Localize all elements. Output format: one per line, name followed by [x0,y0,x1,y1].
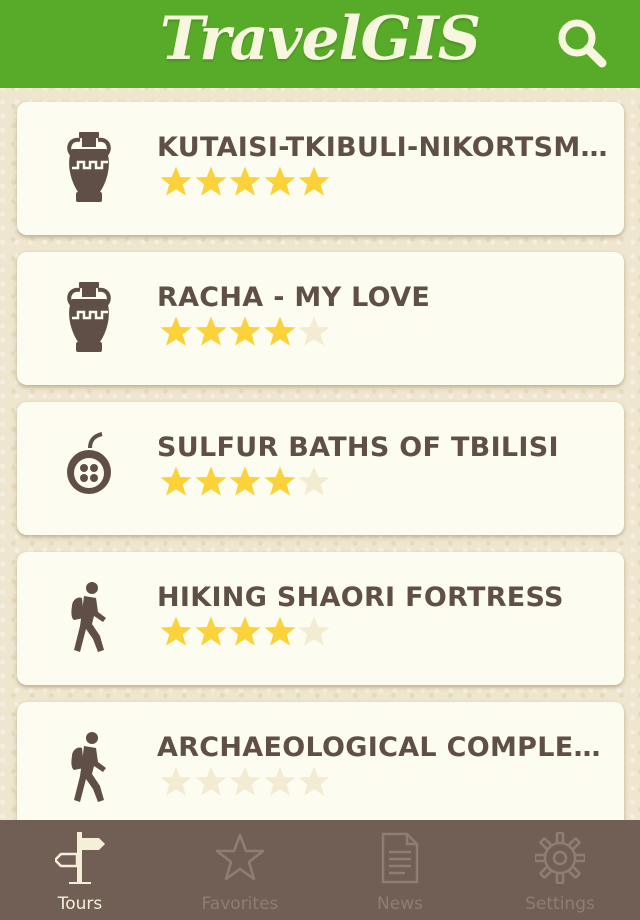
app-logo: TravelGIS [159,4,481,74]
tour-card[interactable]: ARCHAEOLOGICAL COMPLEX... [17,702,624,820]
rating-stars [159,465,334,501]
rating-stars [159,315,334,351]
tour-title: HIKING SHAORI FORTRESS [157,582,564,613]
star-filled-icon [263,315,297,349]
tab-bar: Tours Favorites News Settings [0,820,640,920]
search-icon [558,19,607,68]
tab-icon [215,832,265,884]
star-filled-icon [159,315,193,349]
tour-icon [62,582,116,654]
amphora-icon [67,282,111,352]
tour-list[interactable]: KUTAISI-TKIBULI-NIKORTSMI... RACHA - MY … [0,88,640,820]
tour-icon [62,432,116,504]
tab-icon [53,832,105,884]
star-empty-icon [159,765,193,799]
star-empty-icon [297,765,331,799]
rating-stars [159,765,334,801]
tab-label: Settings [525,894,595,914]
tab-label: Tours [57,894,103,914]
tab-label: News [377,894,423,914]
tab-icon [533,831,587,885]
tour-title: ARCHAEOLOGICAL COMPLEX... [157,732,612,763]
pomegranate-icon [67,432,111,494]
star-filled-icon [159,465,193,499]
tour-icon [62,282,116,354]
star-filled-icon [194,315,228,349]
gear-icon [533,831,587,885]
star-filled-icon [228,165,262,199]
hiker-icon [71,732,106,802]
star-filled-icon [194,465,228,499]
tour-title: KUTAISI-TKIBULI-NIKORTSMI... [157,132,612,163]
tour-title: SULFUR BATHS OF TBILISI [157,432,559,463]
star-empty-icon [263,765,297,799]
rating-stars [159,615,334,651]
star-empty-icon [297,465,331,499]
star-filled-icon [228,465,262,499]
tour-card[interactable]: KUTAISI-TKIBULI-NIKORTSMI... [17,102,624,235]
tour-card[interactable]: RACHA - MY LOVE [17,252,624,385]
star-filled-icon [159,165,193,199]
star-empty-icon [297,315,331,349]
amphora-icon [67,132,111,202]
star-filled-icon [263,165,297,199]
star-filled-icon [263,465,297,499]
rating-stars [159,165,334,201]
star-filled-icon [297,165,331,199]
star-filled-icon [159,615,193,649]
tour-title: RACHA - MY LOVE [157,282,431,313]
tour-icon [62,132,116,204]
tour-card[interactable]: SULFUR BATHS OF TBILISI [17,402,624,535]
signpost-icon [53,832,105,884]
star-empty-icon [228,765,262,799]
star-filled-icon [228,615,262,649]
tab-icon [375,832,425,884]
tab-favorites[interactable]: Favorites [160,820,320,920]
document-icon [381,832,419,884]
tab-settings[interactable]: Settings [480,820,640,920]
tab-news[interactable]: News [320,820,480,920]
star-empty-icon [194,765,228,799]
star-filled-icon [263,615,297,649]
hiker-icon [71,582,106,652]
star-empty-icon [297,615,331,649]
star-icon [215,833,265,881]
tour-card[interactable]: HIKING SHAORI FORTRESS [17,552,624,685]
tab-tours[interactable]: Tours [0,820,160,920]
tab-label: Favorites [201,894,279,914]
app-header: TravelGIS [0,0,640,88]
tour-icon [62,732,116,804]
star-filled-icon [194,615,228,649]
star-filled-icon [194,165,228,199]
star-filled-icon [228,315,262,349]
search-button[interactable] [552,12,612,72]
